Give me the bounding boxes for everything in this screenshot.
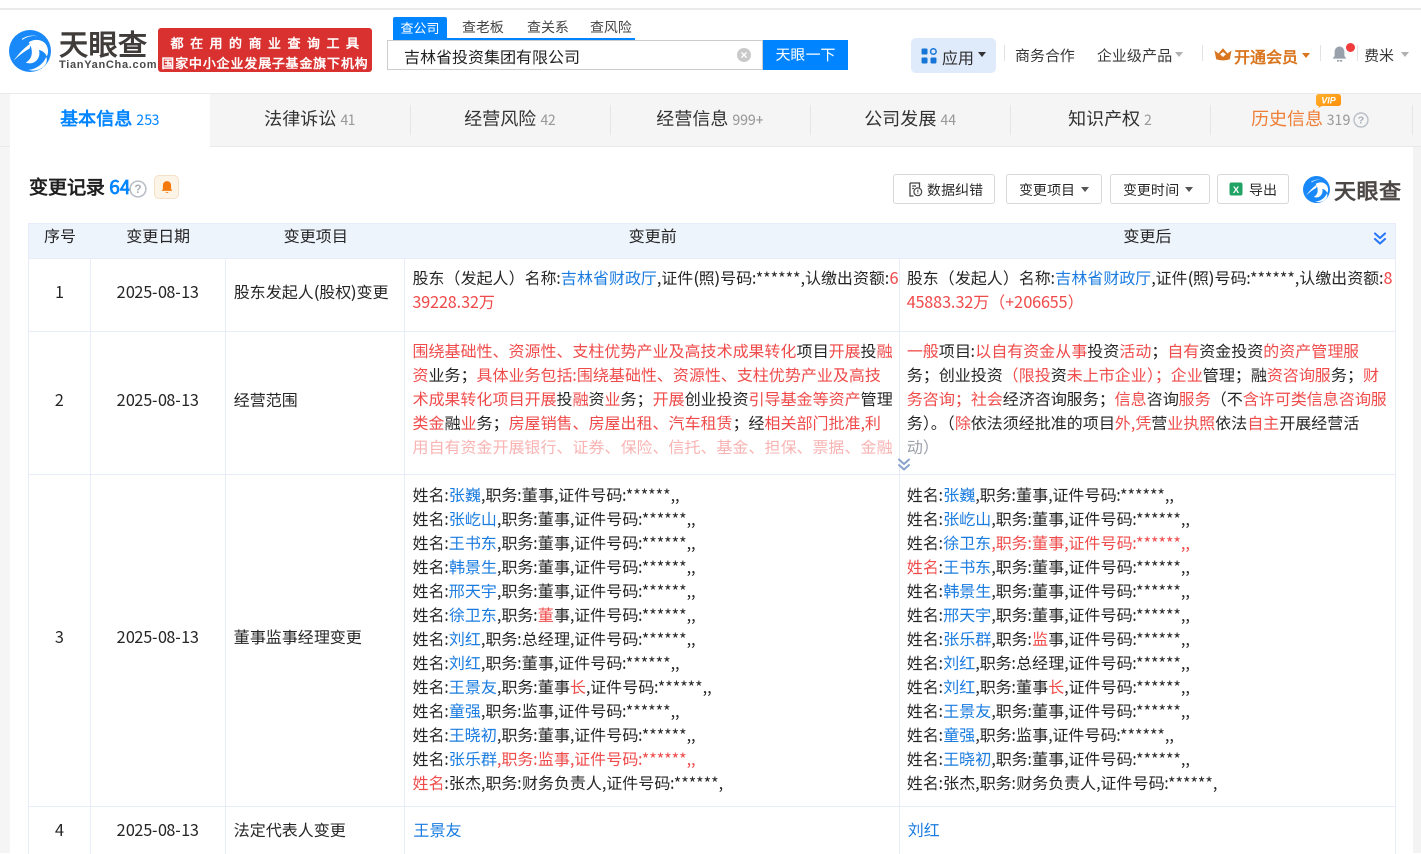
svg-text:?: ? xyxy=(1358,115,1364,127)
svg-text:?: ? xyxy=(134,182,141,196)
svg-text:X: X xyxy=(1233,185,1240,196)
svg-text:VIP: VIP xyxy=(1321,96,1337,106)
